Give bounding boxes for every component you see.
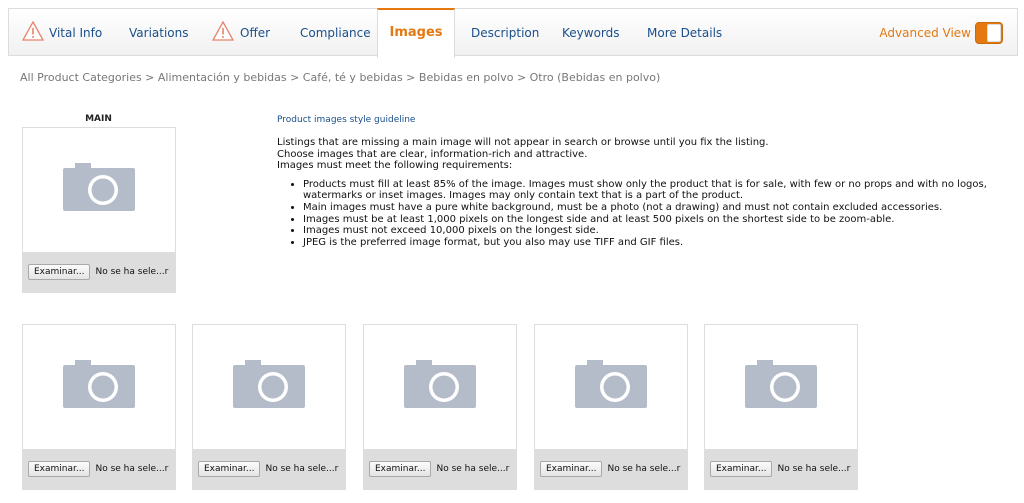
guideline-intro: Listings that are missing a main image w… — [277, 137, 769, 148]
camera-icon — [233, 360, 305, 408]
requirement-item: JPEG is the preferred image format, but … — [303, 237, 1007, 249]
image-slot-1[interactable]: Examinar... No se ha sele...r — [22, 324, 176, 490]
warning-icon — [22, 21, 44, 41]
tab-variations[interactable]: Variations — [129, 9, 189, 57]
file-status: No se ha sele...r — [95, 464, 169, 474]
toggle-knob — [987, 24, 1001, 42]
file-input[interactable]: Examinar... No se ha sele...r — [369, 461, 509, 477]
file-input-bar: Examinar... No se ha sele...r — [193, 449, 345, 489]
camera-icon — [404, 360, 476, 408]
requirement-item: Main images must have a pure white backg… — [303, 202, 1007, 214]
camera-icon — [63, 163, 135, 211]
tab-label: Variations — [129, 26, 189, 40]
browse-button[interactable]: Examinar... — [540, 461, 603, 477]
file-status: No se ha sele...r — [607, 464, 681, 474]
warning-icon — [212, 21, 234, 41]
advanced-view-label: Advanced View — [879, 26, 971, 40]
file-status: No se ha sele...r — [95, 267, 169, 277]
tab-label: Description — [471, 26, 540, 40]
file-input-bar: Examinar... No se ha sele...r — [535, 449, 687, 489]
main-image-title: MAIN — [85, 114, 112, 124]
camera-icon — [63, 360, 135, 408]
file-input[interactable]: Examinar... No se ha sele...r — [540, 461, 680, 477]
file-input[interactable]: Examinar... No se ha sele...r — [198, 461, 338, 477]
tab-compliance[interactable]: Compliance — [300, 9, 371, 57]
page: Vital Info Variations Offer Compliance I… — [0, 0, 1024, 503]
tab-label: Compliance — [300, 26, 371, 40]
file-input[interactable]: Examinar... No se ha sele...r — [28, 264, 168, 280]
main-image-slot[interactable]: Examinar... No se ha sele...r — [22, 127, 176, 293]
guideline-intro: Choose images that are clear, informatio… — [277, 148, 588, 160]
image-guidelines: Listings that are missing a main image w… — [277, 137, 1007, 248]
image-slot-3[interactable]: Examinar... No se ha sele...r — [363, 324, 517, 490]
file-input-bar: Examinar... No se ha sele...r — [23, 449, 175, 489]
browse-button[interactable]: Examinar... — [198, 461, 261, 477]
browse-button[interactable]: Examinar... — [369, 461, 432, 477]
image-slot-5[interactable]: Examinar... No se ha sele...r — [704, 324, 858, 490]
tab-label: Offer — [240, 26, 271, 40]
file-status: No se ha sele...r — [265, 464, 339, 474]
tab-keywords[interactable]: Keywords — [562, 9, 620, 57]
tab-label: Keywords — [562, 26, 620, 40]
file-input-bar: Examinar... No se ha sele...r — [705, 449, 857, 489]
file-input-bar: Examinar... No se ha sele...r — [364, 449, 516, 489]
image-slot-4[interactable]: Examinar... No se ha sele...r — [534, 324, 688, 490]
advanced-view-toggle[interactable] — [975, 22, 1003, 44]
breadcrumb[interactable]: All Product Categories > Alimentación y … — [20, 71, 660, 84]
tab-more-details[interactable]: More Details — [647, 9, 722, 57]
file-status: No se ha sele...r — [436, 464, 510, 474]
camera-icon — [575, 360, 647, 408]
file-input-bar: Examinar... No se ha sele...r — [23, 252, 175, 292]
browse-button[interactable]: Examinar... — [28, 461, 91, 477]
tab-label: More Details — [647, 26, 723, 40]
file-input[interactable]: Examinar... No se ha sele...r — [710, 461, 850, 477]
file-input[interactable]: Examinar... No se ha sele...r — [28, 461, 168, 477]
browse-button[interactable]: Examinar... — [710, 461, 773, 477]
file-status: No se ha sele...r — [777, 464, 851, 474]
tab-offer[interactable]: Offer — [211, 9, 270, 57]
tab-label: Vital Info — [49, 26, 103, 40]
requirement-item: Images must be at least 1,000 pixels on … — [303, 214, 1007, 226]
requirement-item: Images must not exceed 10,000 pixels on … — [303, 225, 1007, 237]
requirements-list: Products must fill at least 85% of the i… — [303, 179, 1007, 249]
tab-images[interactable]: Images — [377, 8, 455, 58]
guideline-intro: Images must meet the following requireme… — [277, 160, 513, 172]
browse-button[interactable]: Examinar... — [28, 264, 91, 280]
requirement-item: Products must fill at least 85% of the i… — [303, 179, 1007, 202]
tab-description[interactable]: Description — [471, 9, 539, 57]
tab-bar: Vital Info Variations Offer Compliance I… — [8, 8, 1018, 58]
camera-icon — [745, 360, 817, 408]
image-slot-2[interactable]: Examinar... No se ha sele...r — [192, 324, 346, 490]
tab-label: Images — [389, 25, 443, 40]
style-guideline-link[interactable]: Product images style guideline — [277, 115, 415, 125]
tab-vital-info[interactable]: Vital Info — [19, 9, 102, 57]
